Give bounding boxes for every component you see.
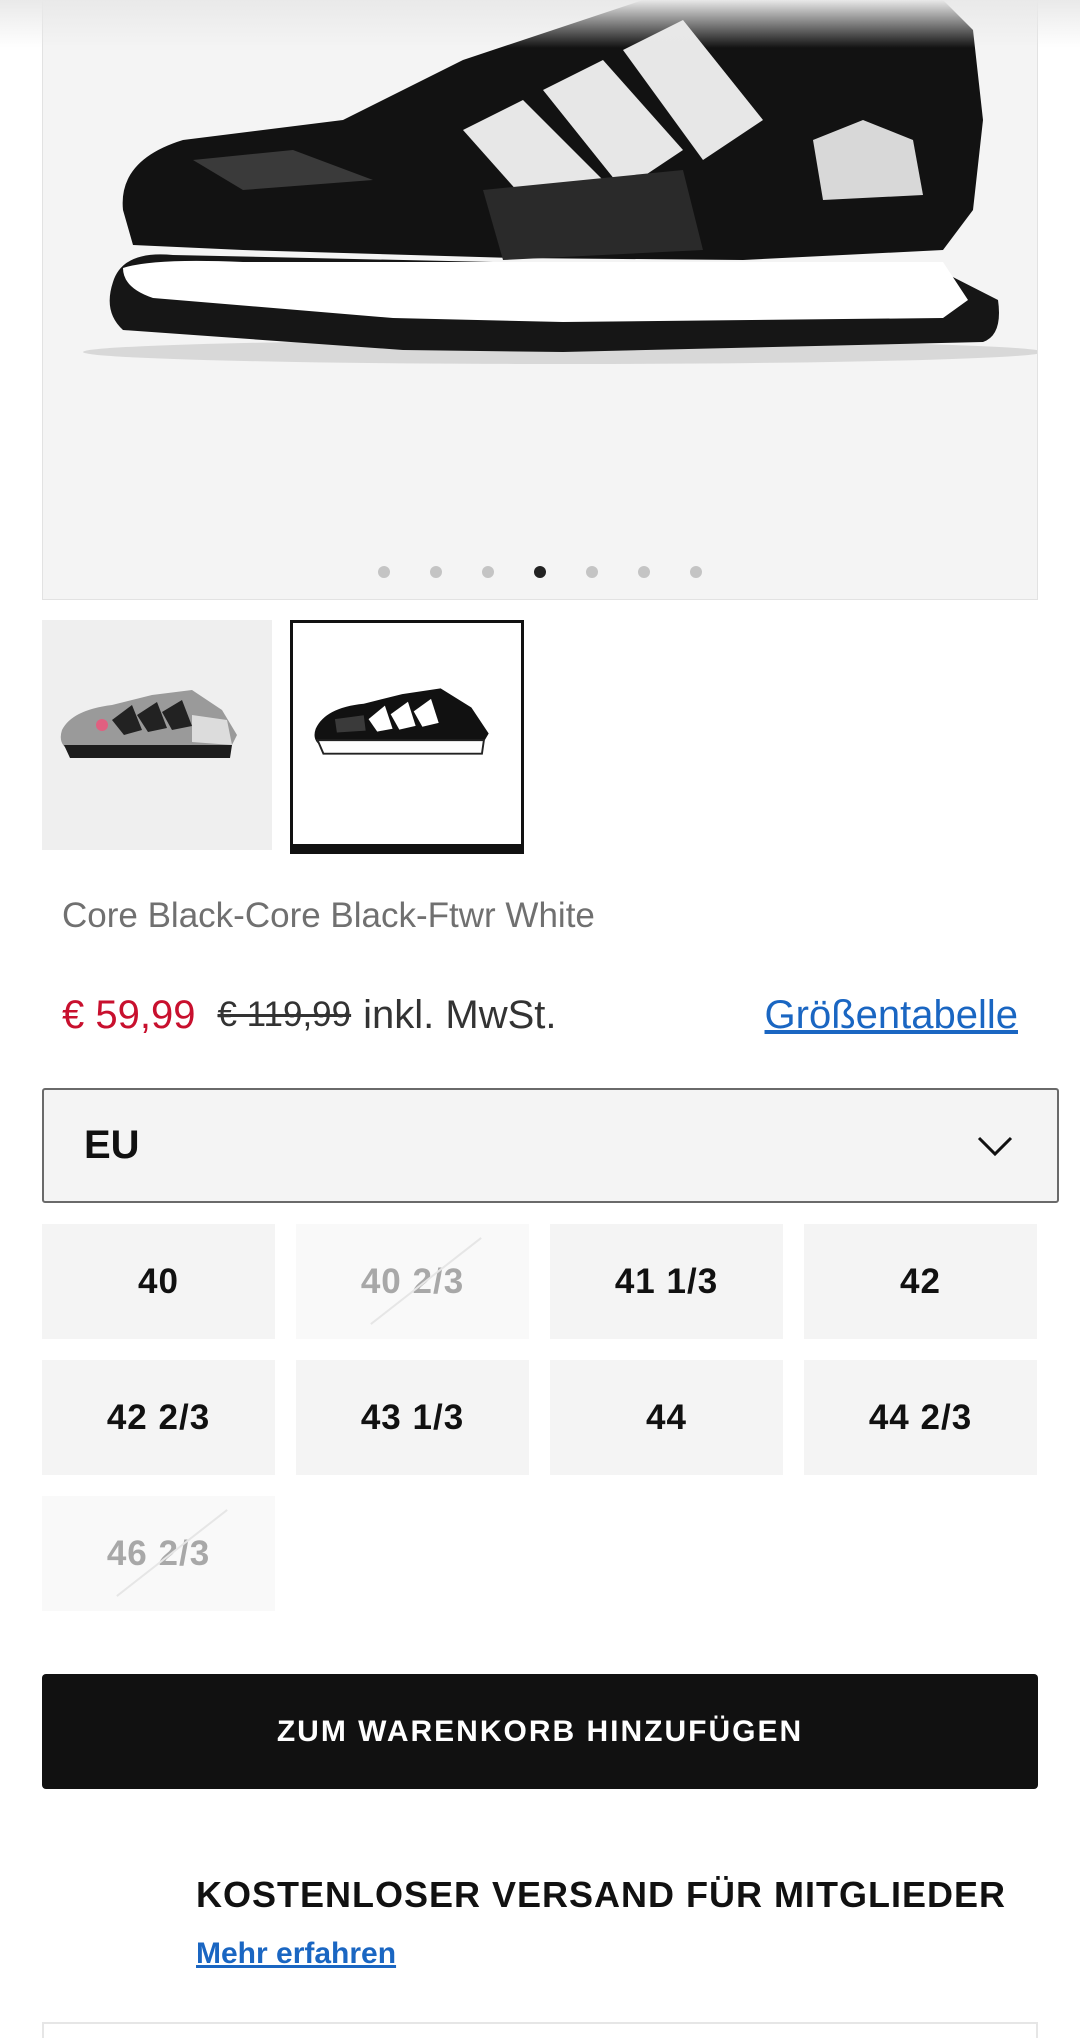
size-option-43-1-3[interactable]: 43 1/3 xyxy=(296,1360,529,1475)
sale-price: € 59,99 xyxy=(62,992,196,1037)
gallery-dot[interactable] xyxy=(586,566,598,578)
size-option-42-2-3[interactable]: 42 2/3 xyxy=(42,1360,275,1475)
size-option-46-2-3-unavailable: 46 2/3 xyxy=(42,1496,275,1611)
product-image-gallery[interactable] xyxy=(42,0,1038,600)
colorway-thumbnails xyxy=(42,620,524,854)
shoe-main-image xyxy=(83,0,1037,364)
size-option-40[interactable]: 40 xyxy=(42,1224,275,1339)
learn-more-link[interactable]: Mehr erfahren xyxy=(196,1937,396,1971)
size-option-44[interactable]: 44 xyxy=(550,1360,783,1475)
size-system-select[interactable]: EU xyxy=(42,1088,1059,1203)
shoe-black-icon xyxy=(314,688,489,755)
colorway-name: Core Black-Core Black-Ftwr White xyxy=(62,896,595,935)
size-grid: 40 40 2/3 41 1/3 42 42 2/3 43 1/3 44 44 … xyxy=(42,1224,1038,1611)
size-option-40-2-3-unavailable: 40 2/3 xyxy=(296,1224,529,1339)
original-price: € 119,99 xyxy=(217,995,352,1034)
size-option-42[interactable]: 42 xyxy=(804,1224,1037,1339)
gallery-dot-active[interactable] xyxy=(534,566,546,578)
size-option-41-1-3[interactable]: 41 1/3 xyxy=(550,1224,783,1339)
add-to-cart-button[interactable]: ZUM WARENKORB HINZUFÜGEN xyxy=(42,1674,1038,1789)
gallery-pagination-dots[interactable] xyxy=(43,566,1037,578)
next-section-box xyxy=(42,2022,1038,2038)
gallery-dot[interactable] xyxy=(482,566,494,578)
gallery-dot[interactable] xyxy=(378,566,390,578)
top-fade-shadow xyxy=(0,0,1080,48)
size-chart-link[interactable]: Größentabelle xyxy=(765,993,1018,1038)
thumbnail-grey-colorway[interactable] xyxy=(42,620,272,850)
price-row: € 59,99 € 119,99 inkl. MwSt. Größentabel… xyxy=(62,990,1018,1040)
gallery-dot[interactable] xyxy=(430,566,442,578)
chevron-down-icon xyxy=(977,1136,1013,1156)
thumbnail-black-colorway[interactable] xyxy=(290,620,524,854)
size-option-44-2-3[interactable]: 44 2/3 xyxy=(804,1360,1037,1475)
gallery-dot[interactable] xyxy=(638,566,650,578)
vat-note: inkl. MwSt. xyxy=(363,992,557,1037)
shoe-grey-icon xyxy=(60,690,237,758)
free-shipping-title: KOSTENLOSER VERSAND FÜR MITGLIEDER xyxy=(196,1874,1007,1915)
gallery-dot[interactable] xyxy=(690,566,702,578)
size-system-value: EU xyxy=(84,1123,140,1167)
